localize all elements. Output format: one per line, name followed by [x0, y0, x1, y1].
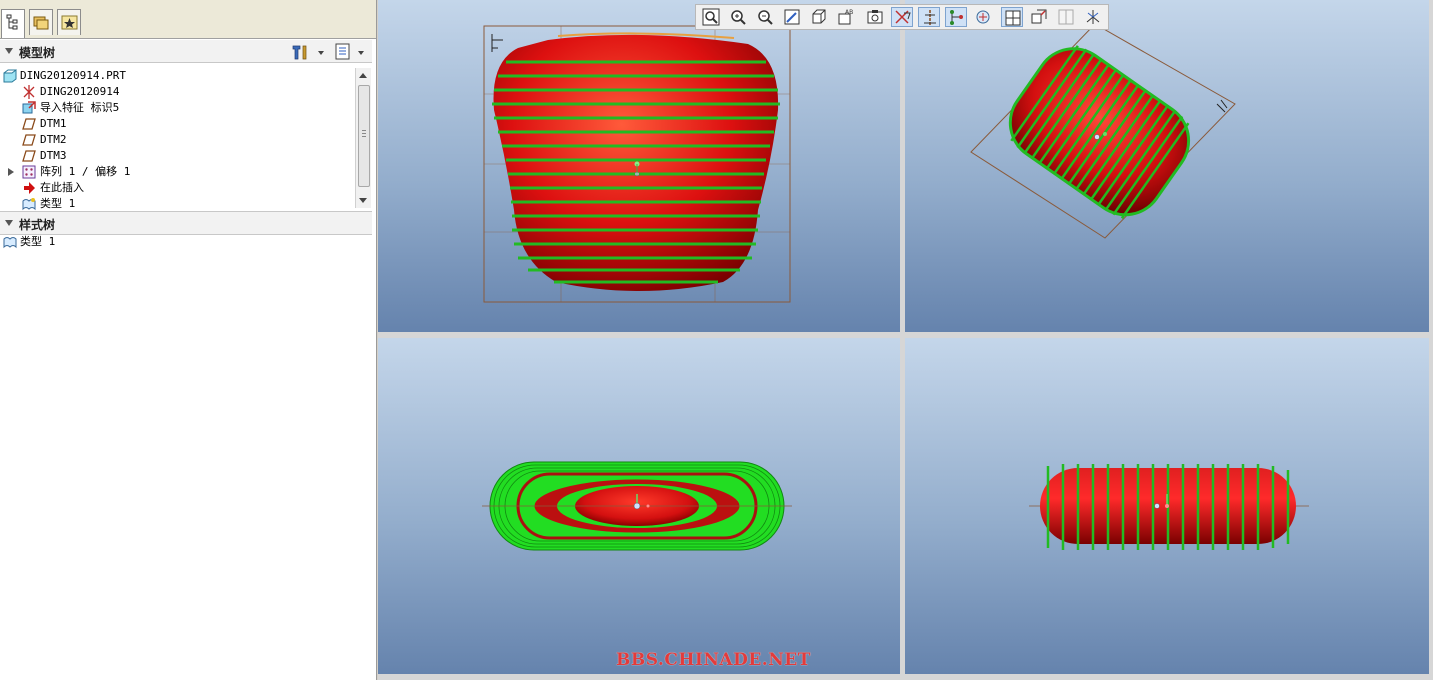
datum-plane-icon: [22, 118, 36, 130]
status-strip: [378, 674, 1433, 680]
model-tree-scrollbar[interactable]: [355, 68, 371, 208]
style-icon: [3, 237, 17, 249]
datum-planes-toggle-icon: [895, 10, 911, 24]
datum-points-toggle-button[interactable]: [945, 7, 967, 27]
unused-view-icon: [1058, 9, 1074, 25]
repaint-button[interactable]: [781, 7, 803, 27]
expand-triangle-icon[interactable]: [8, 168, 14, 176]
view-manager-button[interactable]: [864, 7, 886, 27]
zoom-in-icon: [731, 10, 746, 25]
view-manager-icon: [867, 10, 883, 24]
insert-here-arrow-icon: [24, 182, 35, 194]
tree-item-label: 导入特征 标识5: [40, 101, 120, 114]
tools-icon: [292, 45, 324, 60]
zoom-in-button[interactable]: [727, 7, 749, 27]
repaint-icon: [784, 9, 800, 25]
navigator-tabs: [0, 0, 376, 39]
spin-center-button[interactable]: [1082, 7, 1104, 27]
viewport-front[interactable]: [378, 0, 900, 332]
import-feature-icon: [22, 101, 36, 114]
show-button[interactable]: [334, 43, 370, 61]
scrollbar-thumb[interactable]: [358, 85, 370, 187]
model-tree-icon: [6, 14, 18, 30]
coordinate-system-icon: [23, 85, 35, 99]
collapse-triangle-icon[interactable]: [5, 48, 13, 54]
model-tree: DING20120914.PRT DING20120914 导入特征 标识5 D…: [0, 67, 356, 211]
part-icon: [3, 69, 17, 83]
model-tree-header[interactable]: 模型树: [0, 40, 372, 63]
tree-item-label: DING20120914.PRT: [20, 69, 126, 82]
refit-icon: [702, 8, 720, 26]
favorites-icon: [61, 15, 78, 30]
folder-icon: [33, 16, 49, 30]
tab-model-tree[interactable]: [1, 9, 25, 38]
viewport-splitter-horizontal[interactable]: [378, 332, 1433, 338]
list-icon: [335, 43, 364, 60]
csys-toggle-button[interactable]: [972, 7, 994, 27]
tree-item-label: DING20120914: [40, 85, 120, 98]
active-view-icon: [1031, 9, 1047, 24]
zoom-out-icon: [758, 10, 773, 25]
active-view-button[interactable]: [1028, 7, 1050, 27]
orient-icon: [812, 9, 826, 24]
scroll-down-arrow-icon[interactable]: [359, 198, 367, 203]
tree-item-label: 阵列 1 / 偏移 1: [40, 165, 131, 178]
svg-text:AB: AB: [845, 9, 853, 16]
unused-view-button[interactable]: [1055, 7, 1077, 27]
graphics-toolbar: AB: [695, 4, 1109, 30]
datum-axes-toggle-button[interactable]: [918, 7, 940, 27]
side-view-model: [1029, 464, 1309, 550]
style-tree-header[interactable]: 样式树: [0, 211, 372, 235]
refit-button[interactable]: [700, 7, 722, 27]
top-view-model: [482, 461, 792, 551]
tab-favorites[interactable]: [57, 9, 81, 35]
saved-views-button[interactable]: AB: [835, 7, 857, 27]
model-tree-title: 模型树: [19, 46, 56, 60]
isometric-view-model: [970, 23, 1236, 239]
all-views-icon: [1005, 10, 1021, 26]
zoom-out-button[interactable]: [754, 7, 776, 27]
csys-toggle-icon: [976, 10, 990, 24]
datum-points-toggle-icon: [950, 10, 963, 25]
watermark-text: BBS.CHINADE.NET: [616, 650, 811, 670]
viewport-top[interactable]: [378, 338, 900, 674]
all-views-button[interactable]: [1001, 7, 1023, 27]
tree-item-label: 类型 1: [40, 197, 76, 210]
viewport-side[interactable]: [905, 338, 1429, 674]
style-icon: [22, 198, 36, 211]
datum-planes-toggle-button[interactable]: [891, 7, 913, 27]
scroll-up-arrow-icon[interactable]: [359, 73, 367, 78]
spin-center-icon: [1086, 10, 1100, 24]
datum-plane-icon: [22, 134, 36, 146]
datum-plane-icon: [22, 150, 36, 162]
settings-button[interactable]: [290, 43, 326, 61]
datum-axes-toggle-icon: [924, 10, 936, 26]
tree-item-label: 类型 1: [20, 235, 56, 248]
tree-item-label: DTM3: [40, 149, 67, 162]
tree-item-label: DTM1: [40, 117, 67, 130]
collapse-triangle-icon[interactable]: [5, 220, 13, 226]
window-border: [1429, 0, 1433, 674]
tree-item-label: DTM2: [40, 133, 67, 146]
viewport-isometric[interactable]: [905, 0, 1429, 332]
orient-button[interactable]: [808, 7, 830, 27]
saved-views-icon: AB: [838, 9, 853, 25]
pattern-icon: [22, 165, 36, 179]
style-tree-title: 样式树: [19, 218, 56, 232]
tree-item-pattern[interactable]: 阵列 1 / 偏移 1: [0, 164, 340, 180]
tab-folder-browser[interactable]: [29, 9, 53, 35]
style-tree: 类型 1: [0, 234, 356, 254]
navigator-panel: 模型树 DING20120914.PRT DING20120914 导入特征 标…: [0, 0, 377, 680]
front-view-model: [483, 25, 791, 303]
tree-item-label: 在此插入: [40, 181, 84, 194]
